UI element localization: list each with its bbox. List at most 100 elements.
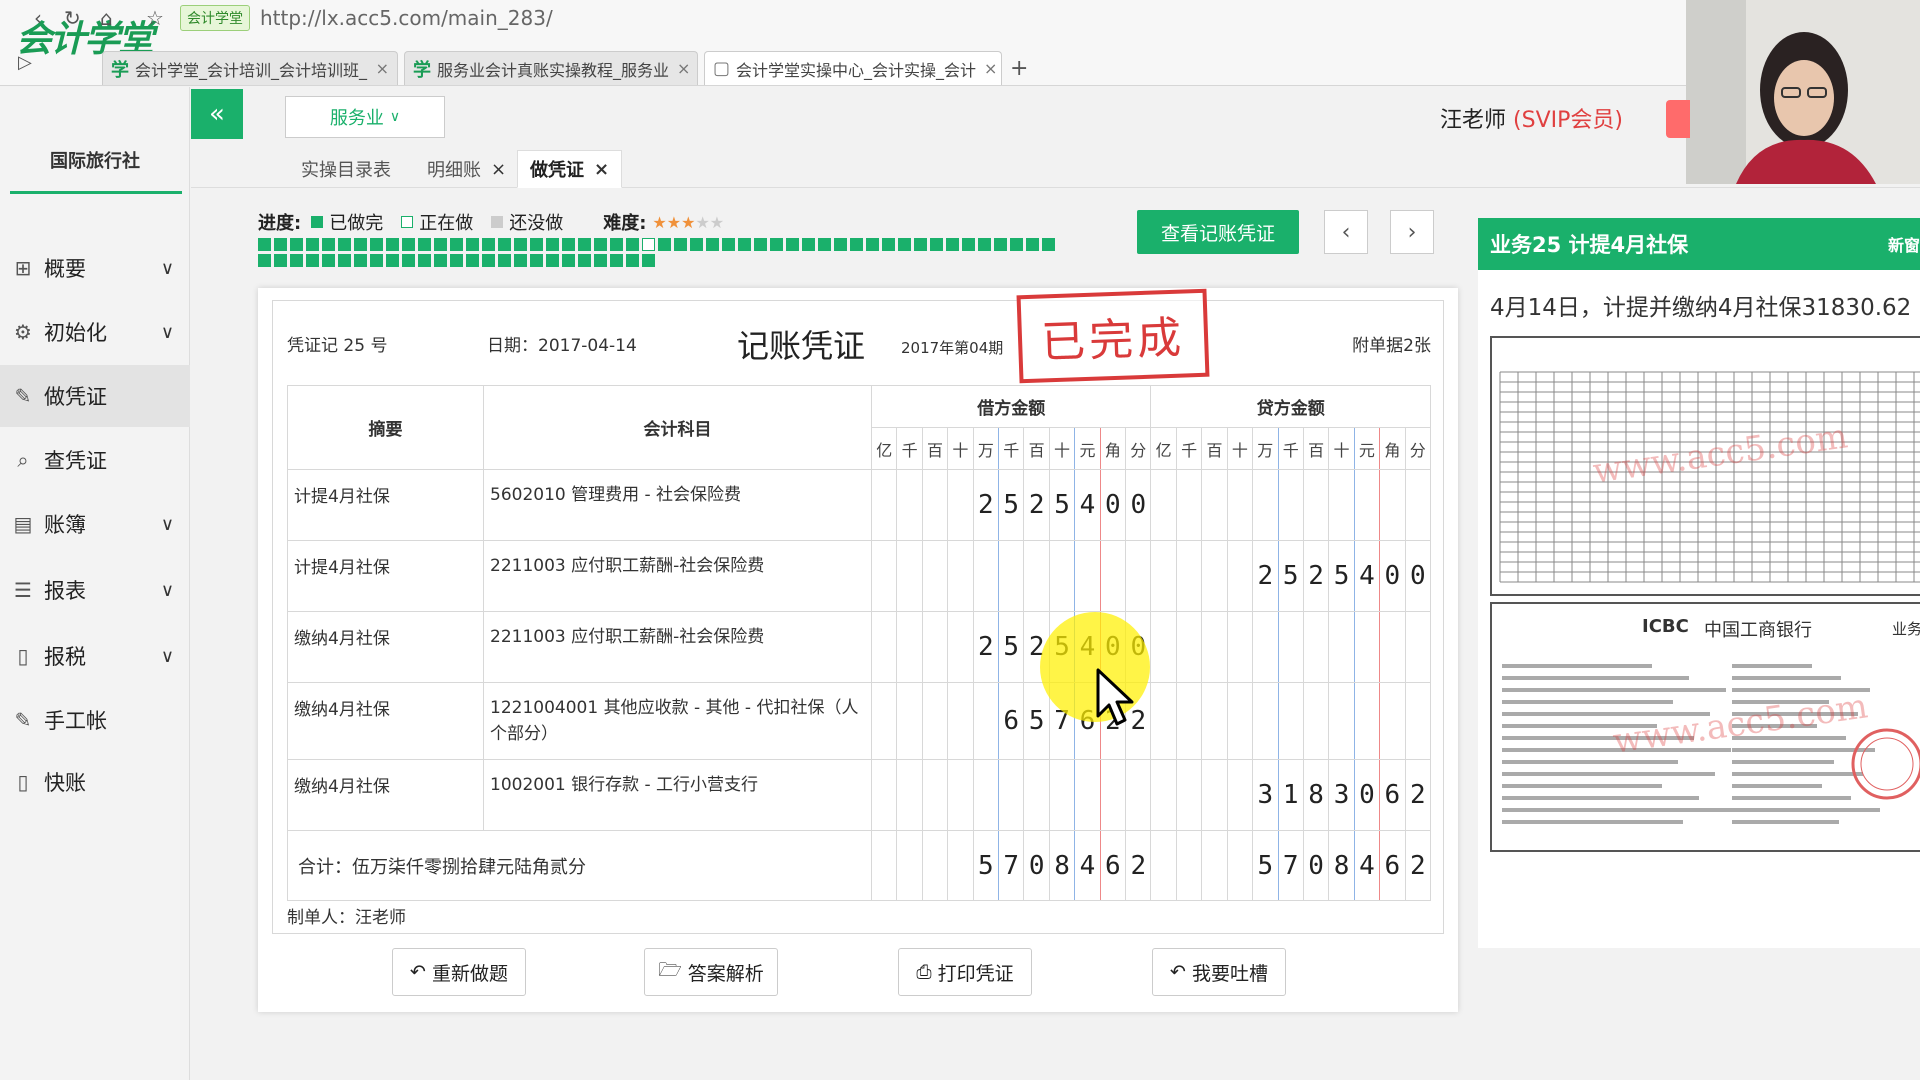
progress-cell[interactable] [530, 238, 543, 251]
social-security-sheet-image[interactable]: www.acc5.com [1490, 336, 1920, 596]
progress-cell[interactable] [274, 254, 287, 267]
tab-catalog[interactable]: 实操目录表 [301, 150, 391, 188]
progress-cell[interactable] [946, 238, 959, 251]
progress-cell[interactable] [482, 238, 495, 251]
progress-cell[interactable] [594, 254, 607, 267]
sidebar-item-make-voucher[interactable]: ✎ 做凭证 [0, 365, 190, 427]
browser-tab-3[interactable]: ▢ 会计学堂实操中心_会计实操_会计 × [704, 51, 1002, 85]
progress-cell[interactable] [1042, 238, 1055, 251]
redo-button[interactable]: ↶ 重新做题 [392, 948, 526, 996]
progress-cell[interactable] [530, 254, 543, 267]
progress-cell[interactable] [546, 238, 559, 251]
next-button[interactable]: › [1390, 210, 1434, 254]
feedback-button[interactable]: ↶ 我要吐槽 [1152, 948, 1286, 996]
progress-cell[interactable] [770, 238, 783, 251]
tab-make-voucher[interactable]: 做凭证 × [517, 150, 623, 188]
progress-cell[interactable] [354, 238, 367, 251]
progress-cell[interactable] [386, 238, 399, 251]
address-bar[interactable]: 会计学堂 http://lx.acc5.com/main_283/ [180, 4, 553, 32]
progress-cell[interactable] [466, 238, 479, 251]
progress-cell[interactable] [626, 254, 639, 267]
view-voucher-button[interactable]: 查看记账凭证 [1137, 210, 1299, 254]
entry-summary[interactable]: 缴纳4月社保 [287, 759, 484, 831]
reload-icon[interactable]: ↻ [64, 6, 81, 30]
progress-cell[interactable] [706, 238, 719, 251]
red-action-button[interactable] [1666, 100, 1690, 138]
progress-cell[interactable] [450, 238, 463, 251]
entry-summary[interactable]: 缴纳4月社保 [287, 611, 484, 683]
progress-cell[interactable] [818, 238, 831, 251]
home-icon[interactable]: ⌂ [100, 6, 113, 30]
progress-cell[interactable] [610, 238, 623, 251]
progress-cell[interactable] [1026, 238, 1039, 251]
close-icon[interactable]: × [368, 59, 389, 78]
progress-cell[interactable] [562, 238, 575, 251]
sidebar-item-reports[interactable]: ☰ 报表 ∨ [0, 559, 190, 621]
sidebar-item-query-voucher[interactable]: ⌕ 查凭证 [0, 429, 190, 491]
close-icon[interactable]: × [491, 159, 506, 180]
progress-cell[interactable] [450, 254, 463, 267]
progress-cell[interactable] [258, 238, 271, 251]
sidebar-item-quick[interactable]: ▯ 快账 [0, 751, 190, 813]
progress-cell[interactable] [930, 238, 943, 251]
bank-receipt-image[interactable]: ICBC 中国工商银行 业务 www.acc5.com [1490, 602, 1920, 852]
entry-account[interactable]: 1002001 银行存款 - 工行小营支行 [483, 759, 872, 831]
entry-account[interactable]: 5602010 管理费用 - 社会保险费 [483, 469, 872, 541]
entry-summary[interactable]: 计提4月社保 [287, 469, 484, 541]
progress-cell[interactable] [322, 254, 335, 267]
entry-account[interactable]: 2211003 应付职工薪酬-社会保险费 [483, 611, 872, 683]
sidebar-item-init[interactable]: ⚙ 初始化 ∨ [0, 301, 190, 363]
progress-cell[interactable] [418, 238, 431, 251]
progress-cell[interactable] [834, 238, 847, 251]
progress-cell[interactable] [402, 238, 415, 251]
progress-cell[interactable] [578, 254, 591, 267]
tab-detail-ledger[interactable]: 明细账 × [427, 150, 506, 188]
progress-cell[interactable] [418, 254, 431, 267]
progress-cell[interactable] [338, 254, 351, 267]
progress-cell[interactable] [754, 238, 767, 251]
progress-cell[interactable] [962, 238, 975, 251]
progress-cell[interactable] [578, 238, 591, 251]
back-icon[interactable]: ‹ [34, 6, 42, 30]
progress-cell[interactable] [498, 254, 511, 267]
browser-tab-1[interactable]: 学 会计学堂_会计培训_会计培训班_ × [102, 51, 398, 85]
progress-cell[interactable] [258, 254, 271, 267]
browser-tab-2[interactable]: 学 服务业会计真账实操教程_服务业 × [404, 51, 698, 85]
answer-button[interactable]: 🗁 答案解析 [644, 948, 778, 996]
progress-cell[interactable] [370, 238, 383, 251]
progress-cell[interactable] [306, 254, 319, 267]
close-icon[interactable]: × [669, 59, 690, 78]
progress-cell[interactable] [354, 254, 367, 267]
progress-cell[interactable] [306, 238, 319, 251]
progress-cell[interactable] [642, 254, 655, 267]
progress-cell[interactable] [434, 254, 447, 267]
progress-cell[interactable] [370, 254, 383, 267]
progress-cell[interactable] [546, 254, 559, 267]
entry-account[interactable]: 2211003 应付职工薪酬-社会保险费 [483, 540, 872, 612]
progress-cell[interactable] [290, 254, 303, 267]
new-tab-icon[interactable]: + [1010, 56, 1028, 81]
sidebar-item-tax[interactable]: ▯ 报税 ∨ [0, 625, 190, 687]
progress-cell[interactable] [322, 238, 335, 251]
print-button[interactable]: ⎙ 打印凭证 [898, 948, 1032, 996]
star-icon[interactable]: ☆ [146, 6, 164, 30]
progress-cell[interactable] [466, 254, 479, 267]
progress-cell[interactable] [994, 238, 1007, 251]
sidebar-item-overview[interactable]: ⊞ 概要 ∨ [0, 237, 190, 299]
prev-button[interactable]: ‹ [1324, 210, 1368, 254]
progress-cell[interactable] [978, 238, 991, 251]
progress-cell[interactable] [562, 254, 575, 267]
progress-cell[interactable] [290, 238, 303, 251]
progress-cell[interactable] [850, 238, 863, 251]
progress-cell[interactable] [1010, 238, 1023, 251]
progress-cell[interactable] [882, 238, 895, 251]
progress-cell[interactable] [482, 254, 495, 267]
progress-cell[interactable] [658, 238, 671, 251]
progress-cell[interactable] [690, 238, 703, 251]
progress-cell[interactable] [386, 254, 399, 267]
progress-cell[interactable] [626, 238, 639, 251]
progress-cell[interactable] [594, 238, 607, 251]
progress-cell[interactable] [738, 238, 751, 251]
progress-cell[interactable] [514, 238, 527, 251]
progress-cell[interactable] [786, 238, 799, 251]
